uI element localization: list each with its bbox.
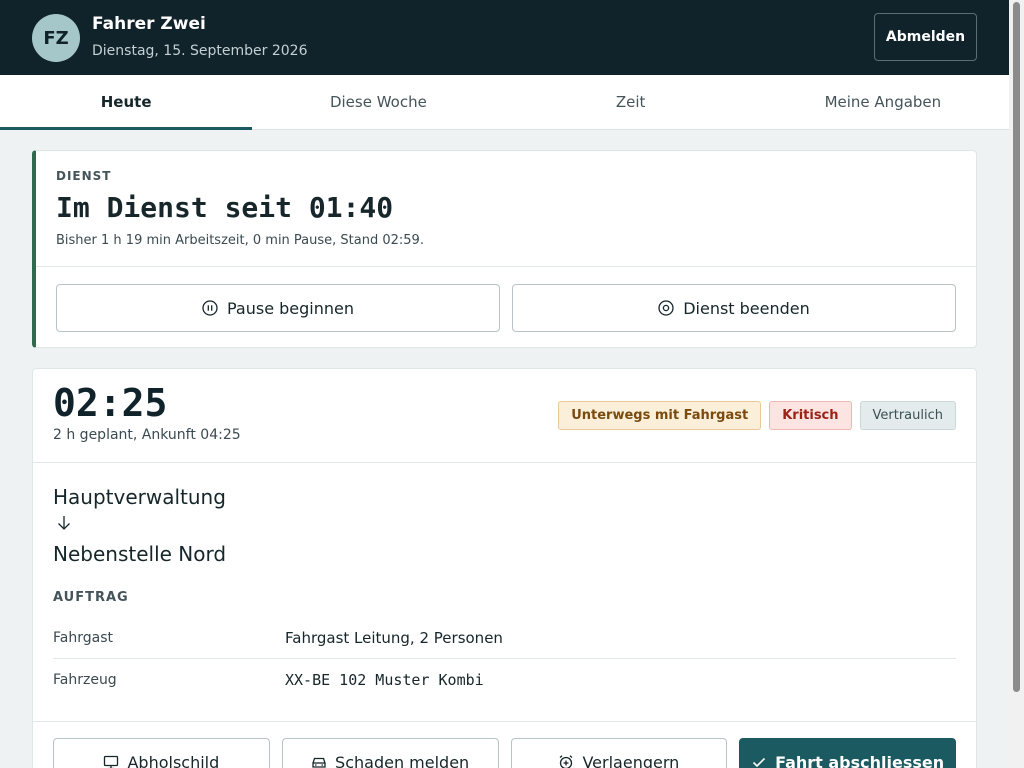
trip-card: 02:25 2 h geplant, Ankunft 04:25 Unterwe… xyxy=(32,368,977,768)
confidential-badge: Vertraulich xyxy=(859,401,956,430)
monitor-icon xyxy=(103,754,119,768)
end-duty-button-label: Dienst beenden xyxy=(683,298,810,318)
logout-button[interactable]: Abmelden xyxy=(874,13,977,61)
end-duty-button[interactable]: Dienst beenden xyxy=(512,284,956,332)
current-date: Dienstag, 15. September 2026 xyxy=(92,43,308,59)
detail-label: Fahrzeug xyxy=(53,672,117,688)
user-name: Fahrer Zwei xyxy=(92,14,206,34)
route-origin: Hauptverwaltung xyxy=(53,485,226,509)
extend-button[interactable]: Verlaengern xyxy=(510,738,728,768)
detail-label: Fahrgast xyxy=(53,629,113,646)
trip-time: 02:25 xyxy=(53,381,168,425)
check-icon xyxy=(751,754,767,768)
detail-value: XX-BE 102 Muster Kombi xyxy=(285,671,484,689)
detail-value: Fahrgast Leitung, 2 Personen xyxy=(285,628,503,647)
arrow-down-icon xyxy=(57,515,71,531)
duty-kicker: DIENST xyxy=(56,169,112,183)
trip-actions: Abholschild Schaden melden Verlaengern F… xyxy=(33,721,976,768)
finish-trip-button[interactable]: Fahrt abschliessen xyxy=(739,738,956,768)
duty-summary: DIENST Im Dienst seit 01:40 Bisher 1 h 1… xyxy=(36,151,976,267)
priority-badge: Kritisch xyxy=(769,401,852,430)
duty-actions: Pause beginnen Dienst beenden xyxy=(56,284,956,332)
scrollbar-thumb[interactable] xyxy=(1013,2,1020,692)
pickup-sign-button[interactable]: Abholschild xyxy=(53,738,270,768)
alarm-plus-icon xyxy=(558,754,574,768)
app-header: FZ Fahrer Zwei Dienstag, 15. September 2… xyxy=(0,0,1009,75)
status-badge: Unterwegs mit Fahrgast xyxy=(558,401,762,430)
detail-row-vehicle: Fahrzeug XX-BE 102 Muster Kombi xyxy=(53,659,956,701)
duty-subtitle: Bisher 1 h 19 min Arbeitszeit, 0 min Pau… xyxy=(56,233,424,248)
tab-my-details[interactable]: Meine Angaben xyxy=(757,75,1009,129)
car-icon xyxy=(311,754,327,768)
report-damage-button[interactable]: Schaden melden xyxy=(281,738,499,768)
tab-this-week[interactable]: Diese Woche xyxy=(252,75,504,129)
trip-badges: Unterwegs mit Fahrgast Kritisch Vertraul… xyxy=(558,401,956,430)
pickup-sign-label: Abholschild xyxy=(127,752,220,768)
duty-title: Im Dienst seit 01:40 xyxy=(56,191,394,224)
report-damage-label: Schaden melden xyxy=(335,752,470,768)
trip-planned: 2 h geplant, Ankunft 04:25 xyxy=(53,427,241,443)
duty-card: DIENST Im Dienst seit 01:40 Bisher 1 h 1… xyxy=(32,150,977,348)
pause-circle-icon xyxy=(202,300,218,316)
tab-time[interactable]: Zeit xyxy=(505,75,757,129)
pause-button[interactable]: Pause beginnen xyxy=(56,284,500,332)
pause-button-label: Pause beginnen xyxy=(226,298,354,318)
route-destination: Nebenstelle Nord xyxy=(53,542,227,566)
tab-bar: Heute Diese Woche Zeit Meine Angaben xyxy=(0,75,1009,130)
stop-circle-icon xyxy=(658,300,674,316)
extend-label: Verlaengern xyxy=(582,752,680,768)
trip-header: 02:25 2 h geplant, Ankunft 04:25 Unterwe… xyxy=(33,369,976,463)
finish-trip-label: Fahrt abschliessen xyxy=(775,752,945,768)
detail-row-passenger: Fahrgast Fahrgast Leitung, 2 Personen xyxy=(53,617,956,659)
tab-today[interactable]: Heute xyxy=(0,75,253,130)
page-scrollbar[interactable] xyxy=(1009,0,1024,768)
avatar: FZ xyxy=(32,14,80,62)
order-kicker: AUFTRAG xyxy=(53,590,129,605)
